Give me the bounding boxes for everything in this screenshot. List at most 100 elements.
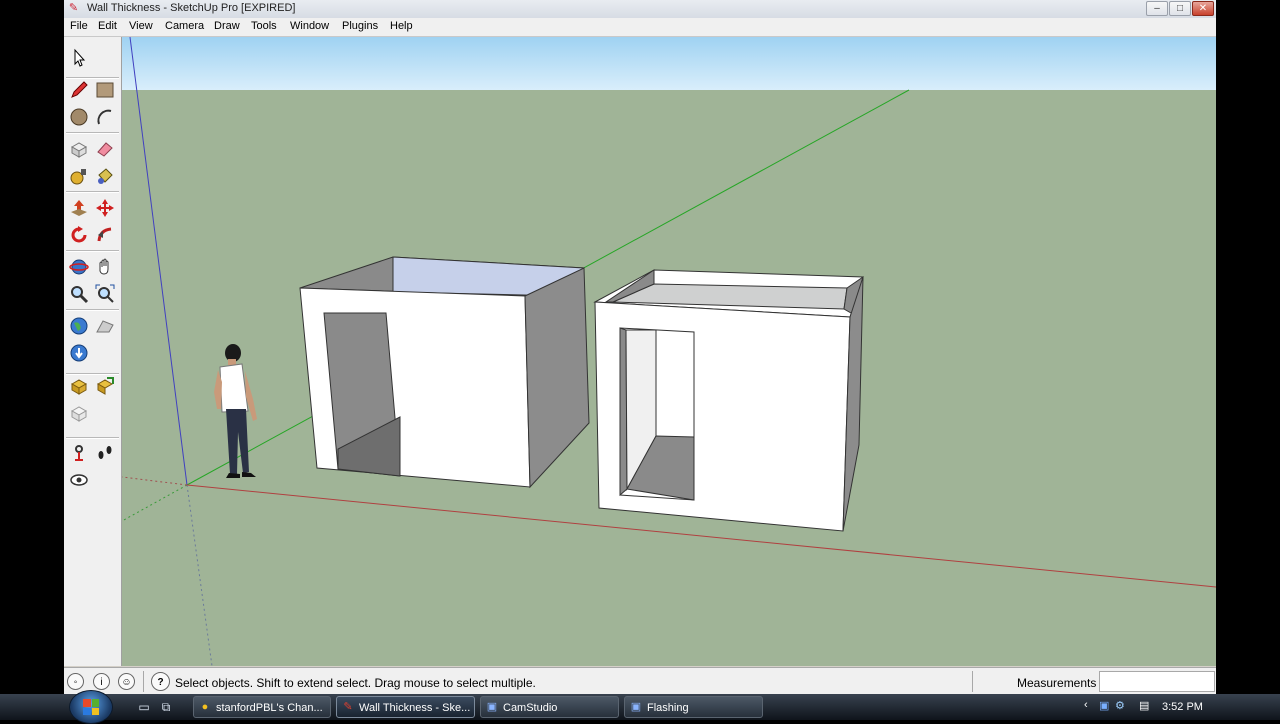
orbit-icon — [69, 259, 89, 275]
credits-icon[interactable]: i — [93, 673, 110, 690]
taskbar-item-flashing[interactable]: ▣ Flashing — [624, 696, 763, 718]
menu-window[interactable]: Window — [290, 20, 329, 32]
menu-plugins[interactable]: Plugins — [342, 20, 378, 32]
box-thin-walls[interactable] — [299, 256, 590, 489]
camstudio-icon: ▣ — [486, 701, 498, 713]
network-icon[interactable]: ⚙ — [1115, 699, 1125, 712]
toggle-terrain-tool[interactable] — [93, 314, 117, 338]
windows-taskbar: ▭ ⧉ ● stanfordPBL's Chan... ✎ Wall Thick… — [0, 690, 1280, 724]
terrain-icon — [96, 320, 114, 333]
close-button[interactable]: ✕ — [1192, 1, 1214, 16]
circle-icon — [70, 108, 88, 126]
taskbar-item-chrome[interactable]: ● stanfordPBL's Chan... — [193, 696, 331, 718]
minimize-button[interactable]: – — [1146, 1, 1168, 16]
arrow-cursor-icon — [74, 48, 86, 67]
sky — [122, 37, 1216, 90]
eye-icon — [70, 474, 88, 486]
display-icon[interactable]: ▤ — [1139, 699, 1149, 712]
box-thick-walls[interactable] — [593, 269, 864, 532]
arc-icon — [97, 109, 112, 125]
tape-measure-tool[interactable] — [67, 164, 91, 188]
tape-measure-icon — [70, 169, 86, 185]
taskbar-item-camstudio[interactable]: ▣ CamStudio — [480, 696, 619, 718]
user-icon[interactable]: ☺ — [118, 673, 135, 690]
taskbar-item-label: Flashing — [647, 702, 689, 714]
title-bar[interactable]: ✎ Wall Thickness - SketchUp Pro [EXPIRED… — [64, 0, 1216, 19]
taskbar-item-label: CamStudio — [503, 702, 558, 714]
measurements-input[interactable] — [1099, 671, 1215, 692]
sketchup-window: ✎ Wall Thickness - SketchUp Pro [EXPIRED… — [64, 0, 1216, 695]
windows-logo-icon — [83, 699, 99, 715]
maximize-button[interactable]: □ — [1169, 1, 1191, 16]
eraser-tool[interactable] — [93, 137, 117, 161]
select-tool[interactable] — [67, 46, 91, 70]
tray-app-icon[interactable]: ▣ — [1099, 699, 1109, 712]
pan-hand-icon — [99, 258, 109, 275]
arc-tool[interactable] — [93, 105, 117, 129]
photo-texture-icon — [70, 406, 88, 422]
rotate-tool[interactable] — [67, 223, 91, 247]
eraser-icon — [97, 142, 113, 157]
app-window-icon: ▣ — [630, 701, 642, 713]
position-camera-tool[interactable] — [67, 441, 91, 465]
look-around-tool[interactable] — [67, 468, 91, 492]
paint-bucket-tool[interactable] — [93, 164, 117, 188]
pencil-icon — [71, 81, 88, 98]
circle-tool[interactable] — [67, 105, 91, 129]
rotate-icon — [71, 226, 87, 243]
menu-help[interactable]: Help — [390, 20, 413, 32]
model-viewport[interactable] — [122, 37, 1216, 666]
help-icon[interactable]: ? — [151, 672, 170, 691]
footprints-icon — [98, 446, 112, 459]
menu-tools[interactable]: Tools — [251, 20, 277, 32]
push-pull-icon — [71, 200, 87, 216]
make-component-tool[interactable] — [67, 137, 91, 161]
walk-tool[interactable] — [93, 441, 117, 465]
large-tool-set — [64, 37, 122, 666]
switch-windows-icon[interactable]: ⧉ — [158, 699, 174, 715]
zoom-icon — [71, 286, 89, 304]
rectangle-tool[interactable] — [93, 78, 117, 102]
menu-view[interactable]: View — [129, 20, 153, 32]
globe-download-icon — [70, 344, 88, 362]
sketchup-icon: ✎ — [343, 701, 353, 713]
globe-icon — [70, 317, 88, 335]
orbit-tool[interactable] — [67, 255, 91, 279]
menu-file[interactable]: File — [70, 20, 88, 32]
share-component-icon — [96, 377, 114, 395]
photo-textures-tool[interactable] — [67, 401, 91, 425]
share-model-tool[interactable] — [67, 374, 91, 398]
taskbar-item-sketchup[interactable]: ✎ Wall Thickness - Ske... — [336, 696, 475, 718]
share-component-tool[interactable] — [93, 374, 117, 398]
status-bar: ◦ i ☺ ? Select objects. Shift to extend … — [64, 667, 1216, 695]
pan-tool[interactable] — [93, 255, 117, 279]
move-icon — [96, 199, 114, 217]
component-icon — [70, 142, 88, 158]
tray-expand-icon[interactable]: ‹ — [1084, 699, 1088, 711]
scene-canvas — [122, 37, 1216, 666]
georeference-icon[interactable]: ◦ — [67, 673, 84, 690]
show-desktop-icon[interactable]: ▭ — [136, 699, 152, 715]
get-models-tool[interactable] — [67, 341, 91, 365]
zoom-extents-tool[interactable] — [93, 282, 117, 306]
window-title: Wall Thickness - SketchUp Pro [EXPIRED] — [87, 2, 296, 14]
pencil-tool[interactable] — [67, 78, 91, 102]
taskbar-clock[interactable]: 3:52 PM — [1162, 701, 1203, 713]
menu-edit[interactable]: Edit — [98, 20, 117, 32]
zoom-extents-icon — [95, 284, 115, 303]
menu-camera[interactable]: Camera — [165, 20, 204, 32]
follow-me-tool[interactable] — [93, 223, 117, 247]
move-tool[interactable] — [93, 196, 117, 220]
sketchup-logo-icon: ✎ — [68, 2, 79, 14]
start-button[interactable] — [69, 690, 113, 724]
zoom-tool[interactable] — [67, 282, 91, 306]
add-location-tool[interactable] — [67, 314, 91, 338]
menu-bar: File Edit View Camera Draw Tools Window … — [64, 18, 1216, 37]
status-message: Select objects. Shift to extend select. … — [175, 676, 536, 690]
follow-me-icon — [97, 227, 112, 242]
measurements-label: Measurements — [1017, 676, 1097, 690]
chrome-icon: ● — [201, 701, 209, 713]
push-pull-tool[interactable] — [67, 196, 91, 220]
menu-draw[interactable]: Draw — [214, 20, 240, 32]
position-camera-icon — [75, 445, 83, 461]
